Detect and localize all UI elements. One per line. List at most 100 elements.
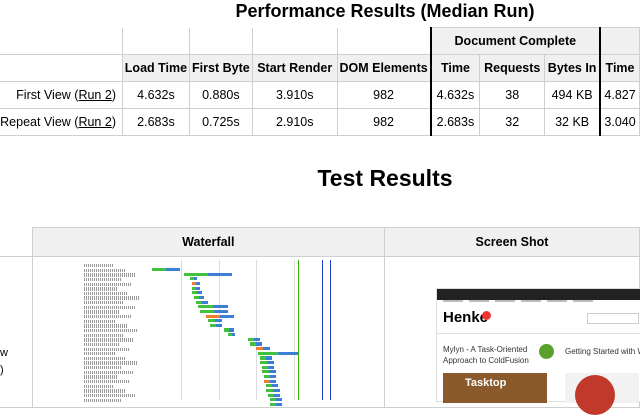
waterfall-bar xyxy=(194,277,197,281)
col-load-time: Load Time xyxy=(121,54,190,82)
cell: 4.632s xyxy=(121,81,190,109)
table-row: Repeat View (Run 2) 2.683s 0.725s 2.910s… xyxy=(0,108,640,136)
request-label xyxy=(84,380,129,384)
screenshot-article-image-2 xyxy=(565,373,639,415)
waterfall-bar xyxy=(254,337,260,341)
request-label xyxy=(84,389,125,393)
request-label xyxy=(84,277,121,282)
waterfall-bar xyxy=(198,305,213,309)
request-label xyxy=(84,315,131,319)
table-row: First View (Run 2) 4.632s 0.880s 3.910s … xyxy=(0,81,640,109)
waterfall-chart xyxy=(144,260,332,407)
run-link[interactable]: Run 2 xyxy=(78,88,111,102)
request-label xyxy=(84,361,137,365)
screenshot-headline-right: Getting Started with Wh xyxy=(565,347,640,356)
waterfall-bar xyxy=(200,309,214,314)
cell: 0.725s xyxy=(188,108,253,136)
screenshot-image[interactable]: Henke Mylyn - A Task-Oriented Approach t… xyxy=(436,288,640,415)
request-label xyxy=(84,264,114,268)
waterfall-image[interactable] xyxy=(82,258,334,407)
cell: 3.910s xyxy=(251,81,338,109)
screenshot-search-box xyxy=(587,313,639,324)
request-label xyxy=(84,370,133,375)
waterfall-bar xyxy=(274,393,280,397)
test-results-title: Test Results xyxy=(317,165,453,191)
badge-icon xyxy=(539,344,554,359)
cell: 2.683s xyxy=(429,108,481,136)
waterfall-bar xyxy=(276,402,282,407)
gridline xyxy=(294,260,295,400)
waterfall-bar xyxy=(196,281,200,286)
request-label xyxy=(84,398,121,402)
performance-table: Document Complete Load Time First Byte S… xyxy=(0,27,640,136)
gridline xyxy=(219,260,220,400)
waterfall-bar xyxy=(256,342,262,346)
waterfall-bar xyxy=(266,388,273,393)
request-label xyxy=(84,375,118,379)
group-header-document-complete: Document Complete xyxy=(429,27,602,55)
request-label xyxy=(84,296,139,300)
waterfall-bar xyxy=(208,319,215,323)
cell: 0.880s xyxy=(188,81,253,109)
row-label: Repeat View (Run 2) xyxy=(0,108,123,136)
waterfall-bar xyxy=(197,291,202,295)
request-label xyxy=(84,310,120,314)
request-label xyxy=(84,319,116,323)
screenshot-nav xyxy=(437,289,640,302)
col-screen-shot: Screen Shot xyxy=(383,227,640,257)
request-label xyxy=(84,324,127,328)
cell: 32 xyxy=(479,108,546,136)
side-text: w ) xyxy=(0,347,8,376)
logo-dot-icon xyxy=(482,311,491,320)
cell: 3.040 xyxy=(599,108,640,136)
waterfall-bar xyxy=(263,347,270,351)
waterfall-bar xyxy=(268,365,274,369)
document-complete-line xyxy=(322,260,323,400)
request-label xyxy=(84,301,124,305)
request-label xyxy=(84,305,135,310)
waterfall-bar xyxy=(260,361,267,365)
waterfall-bar xyxy=(166,268,180,272)
request-label xyxy=(84,342,119,347)
waterfall-bar xyxy=(273,388,280,393)
waterfall-bar xyxy=(270,379,276,383)
request-label xyxy=(84,273,136,277)
cell: 982 xyxy=(336,108,432,136)
waterfall-bar xyxy=(152,268,166,272)
waterfall-bar xyxy=(229,328,234,332)
col-waterfall: Waterfall xyxy=(31,227,385,257)
request-label xyxy=(84,282,132,286)
waterfall-bar xyxy=(208,272,232,276)
waterfall-request-labels xyxy=(84,264,142,403)
request-label xyxy=(84,356,126,361)
gridline xyxy=(181,260,182,400)
request-label xyxy=(84,291,128,296)
waterfall-bar xyxy=(214,309,228,314)
group-header-fully-loaded xyxy=(599,27,640,55)
col-dom-elements: DOM Elements xyxy=(336,54,432,82)
col-first-byte: First Byte xyxy=(188,54,253,82)
request-label xyxy=(84,366,122,370)
cell: 38 xyxy=(479,81,546,109)
cell: 982 xyxy=(336,81,432,109)
waterfall-bar xyxy=(269,370,276,374)
col-bytes-in: Bytes In xyxy=(544,54,602,82)
waterfall-bar xyxy=(216,323,222,327)
waterfall-bar xyxy=(196,286,200,290)
cell: 494 KB xyxy=(544,81,602,109)
request-label xyxy=(84,287,117,291)
request-label xyxy=(84,393,136,398)
waterfall-bar xyxy=(267,361,274,365)
request-label xyxy=(84,347,130,351)
request-label xyxy=(84,352,115,356)
screenshot-logo: Henke xyxy=(443,309,489,326)
request-label xyxy=(84,268,125,272)
waterfall-bar xyxy=(184,272,208,276)
waterfall-bar xyxy=(266,356,272,360)
waterfall-bar xyxy=(232,333,235,337)
screenshot-headline-left: Mylyn - A Task-Oriented Approach to Cold… xyxy=(443,345,529,365)
start-render-line xyxy=(298,260,299,400)
run-link[interactable]: Run 2 xyxy=(78,115,111,129)
performance-title: Performance Results (Median Run) xyxy=(235,1,535,21)
waterfall-bar xyxy=(213,305,228,309)
